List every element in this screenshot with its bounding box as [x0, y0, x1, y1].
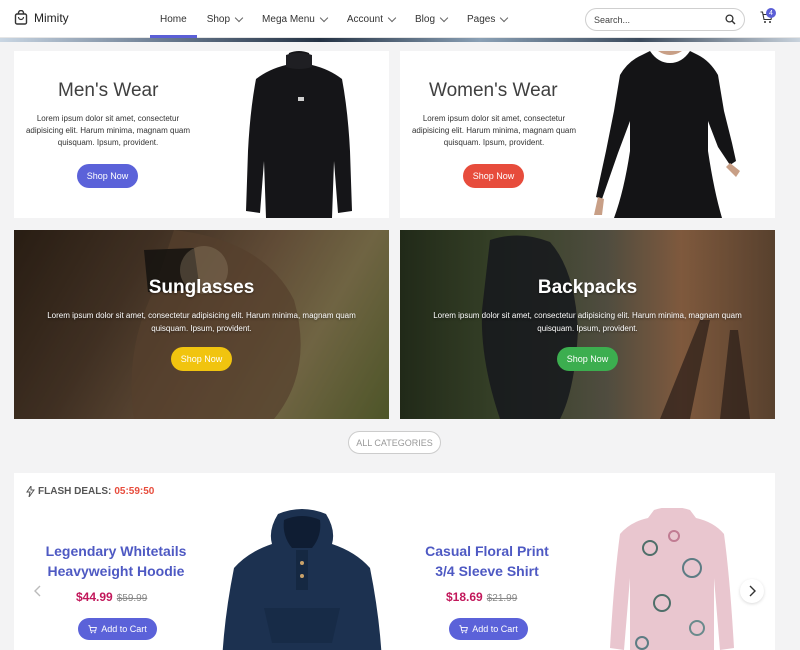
flash-deals-section: FLASH DEALS: 05:59:50 Legendary Whitetai…: [14, 473, 775, 650]
carousel-prev-button[interactable]: [26, 579, 50, 603]
all-categories-button[interactable]: ALL CATEGORIES: [348, 431, 441, 454]
category-description: Lorem ipsum dolor sit amet, consectetur …: [25, 114, 191, 147]
product-price: $44.99 $59.99: [76, 590, 147, 604]
womens-dress-image: [594, 51, 740, 218]
main-nav: Home Shop Mega Menu Account Blog Pages: [150, 0, 517, 38]
chevron-down-icon: [387, 13, 397, 22]
current-price: $18.69: [446, 590, 483, 604]
search-box: [585, 8, 745, 31]
product-title-line: Heavyweight Hoodie: [47, 563, 185, 579]
carousel-next-button[interactable]: [740, 579, 764, 603]
nav-label: Pages: [467, 13, 496, 25]
product-title-line: Legendary Whitetails: [45, 543, 187, 559]
add-to-cart-button[interactable]: Add to Cart: [449, 618, 528, 640]
product-title-line: 3/4 Sleeve Shirt: [435, 563, 539, 579]
old-price: $59.99: [116, 593, 148, 604]
nav-home[interactable]: Home: [150, 0, 197, 38]
category-card-backpacks: Backpacks Lorem ipsum dolor sit amet, co…: [400, 230, 775, 419]
category-card-mens: Men's Wear Lorem ipsum dolor sit amet, c…: [14, 51, 389, 218]
brand-name: Mimity: [34, 10, 69, 25]
mens-sweater-image: [246, 51, 352, 218]
nav-label: Home: [160, 13, 187, 25]
nav-pages[interactable]: Pages: [457, 0, 517, 38]
shop-now-button[interactable]: Shop Now: [171, 347, 232, 371]
nav-label: Blog: [415, 13, 436, 25]
cart-icon: [459, 624, 469, 633]
countdown-timer: 05:59:50: [114, 486, 155, 497]
hoodie-image[interactable]: [212, 508, 392, 650]
chevron-right-icon: [749, 585, 756, 597]
chevron-down-icon: [234, 13, 244, 22]
product-title-line: Casual Floral Print: [425, 543, 549, 559]
floral-shirt-image[interactable]: [602, 508, 742, 650]
category-description: Lorem ipsum dolor sit amet, consectetur …: [411, 114, 577, 147]
category-title: Sunglasses: [148, 277, 255, 298]
category-card-sunglasses: Sunglasses Lorem ipsum dolor sit amet, c…: [14, 230, 389, 419]
top-navbar: Mimity Home Shop Mega Menu Account Blog …: [0, 0, 800, 38]
search-input[interactable]: [594, 14, 714, 25]
nav-mega-menu[interactable]: Mega Menu: [252, 0, 337, 38]
category-description: Lorem ipsum dolor sit amet, consectetur …: [433, 311, 742, 333]
chevron-left-icon: [34, 585, 41, 597]
nav-shop[interactable]: Shop: [197, 0, 252, 38]
add-to-cart-button[interactable]: Add to Cart: [78, 618, 157, 640]
nav-label: Shop: [206, 13, 231, 25]
shop-now-button[interactable]: Shop Now: [77, 164, 138, 188]
add-to-cart-label: Add to Cart: [101, 624, 147, 634]
flash-deals-header: FLASH DEALS: 05:59:50: [26, 486, 154, 497]
product-title[interactable]: Legendary Whitetails Heavyweight Hoodie: [26, 541, 206, 581]
nav-blog[interactable]: Blog: [405, 0, 457, 38]
hero-banner-edge: [0, 38, 800, 42]
shopping-bag-icon: [14, 10, 28, 25]
nav-label: Mega Menu: [262, 13, 315, 25]
category-title: Backpacks: [537, 277, 638, 298]
brand-logo[interactable]: Mimity: [14, 10, 69, 25]
product-price: $18.69 $21.99: [446, 590, 517, 604]
nav-account[interactable]: Account: [337, 0, 405, 38]
nav-label: Account: [346, 13, 383, 25]
category-title: Men's Wear: [58, 80, 159, 101]
lightning-icon: [26, 486, 35, 497]
add-to-cart-label: Add to Cart: [472, 624, 518, 634]
chevron-down-icon: [319, 13, 329, 22]
chevron-down-icon: [439, 13, 449, 22]
cart-icon: [88, 624, 98, 633]
flash-deals-label: FLASH DEALS:: [38, 486, 112, 497]
shop-now-button[interactable]: Shop Now: [463, 164, 524, 188]
shop-now-button[interactable]: Shop Now: [557, 347, 618, 371]
cart-count-badge: 4: [766, 8, 776, 18]
product-title[interactable]: Casual Floral Print 3/4 Sleeve Shirt: [397, 541, 577, 581]
category-description: Lorem ipsum dolor sit amet, consectetur …: [47, 311, 356, 333]
current-price: $44.99: [76, 590, 113, 604]
old-price: $21.99: [486, 593, 518, 604]
chevron-down-icon: [500, 13, 509, 22]
category-title: Women's Wear: [429, 80, 558, 101]
category-card-womens: Women's Wear Lorem ipsum dolor sit amet,…: [400, 51, 775, 218]
search-icon[interactable]: [725, 14, 736, 25]
